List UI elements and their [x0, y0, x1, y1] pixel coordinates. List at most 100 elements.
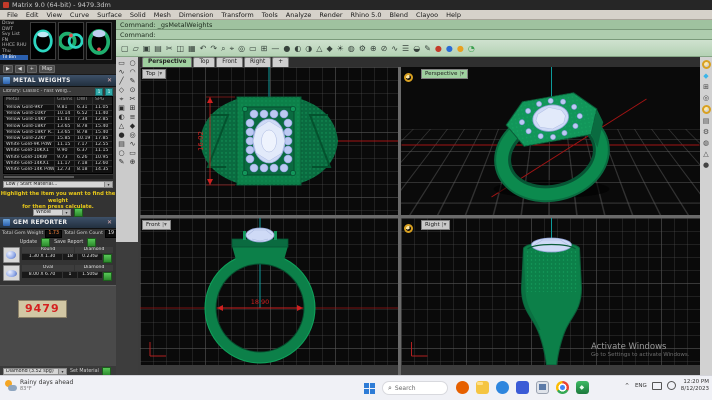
metal-weights-header[interactable]: METAL WEIGHTS ✕ [0, 75, 116, 87]
chrome-icon[interactable] [556, 381, 569, 394]
menu-render[interactable]: Render [319, 11, 342, 19]
menu-curve[interactable]: Curve [70, 11, 89, 19]
curve-tool-icon[interactable]: ∿ [116, 68, 127, 76]
metal-row[interactable]: Yellow Gold-9KY9.816.3111.05 [4, 104, 112, 110]
boolean-add-icon[interactable]: ⊕ [370, 44, 377, 53]
point-view-icon[interactable]: ● [703, 161, 709, 169]
view-thumbnail[interactable] [86, 22, 112, 60]
point-icon[interactable]: ● [283, 44, 290, 53]
trim-tool-icon[interactable]: ✂ [127, 95, 138, 103]
menu-transform[interactable]: Transform [221, 11, 253, 19]
material-tool-icon[interactable]: ◍ [703, 139, 709, 147]
calculate-button[interactable] [74, 208, 83, 217]
light-icon[interactable]: ☀ [337, 44, 344, 53]
open-file-icon[interactable]: ▱ [133, 44, 139, 53]
layers-icon[interactable]: ☰ [402, 44, 409, 53]
render-blue-icon[interactable]: ● [446, 44, 453, 53]
viewport-top[interactable]: Top|▾ [140, 67, 398, 215]
menu-mesh[interactable]: Mesh [154, 11, 171, 19]
curve-icon[interactable]: ∿ [391, 44, 398, 53]
viewport-tab-item[interactable]: + [272, 57, 289, 67]
units-toggle-button[interactable]: 1 [95, 88, 103, 96]
ellipse-tool-icon[interactable]: ○ [116, 149, 127, 157]
render-red-icon[interactable]: ● [435, 44, 442, 53]
target-icon[interactable]: ⌖ [230, 44, 235, 53]
viewport-right-label[interactable]: Right|▾ [421, 220, 450, 230]
menu-analyze[interactable]: Analyze [286, 11, 312, 19]
menu-rhino-5-0[interactable]: Rhino 5.0 [351, 11, 382, 19]
edge-icon[interactable] [496, 381, 509, 394]
gem-icon[interactable]: ◆ [326, 44, 332, 53]
material-icon[interactable]: ◍ [348, 44, 355, 53]
draw-tool-icon[interactable]: ✎ [127, 77, 138, 85]
mesh-icon[interactable]: △ [316, 44, 322, 53]
gem-select-button[interactable] [103, 272, 112, 281]
center-tool-icon[interactable]: ⊙ [127, 86, 138, 94]
menu-dimension[interactable]: Dimension [179, 11, 214, 19]
copy-icon[interactable]: ◫ [177, 44, 185, 53]
metal-row[interactable]: White Gold-14K PdW12.738.1814.35 [4, 166, 112, 172]
redo-icon[interactable]: ↷ [210, 44, 217, 53]
close-icon[interactable]: ✕ [107, 77, 113, 84]
render-green-icon[interactable]: ◔ [468, 44, 475, 53]
menu-help[interactable]: Help [446, 11, 461, 19]
gem-select-button[interactable] [103, 254, 112, 263]
gem-row[interactable]: OvalDiamond8.00 X 6.7011.50tw [3, 265, 113, 281]
save-file-icon[interactable]: ▣ [143, 44, 151, 53]
views-nav-item[interactable]: ▶ [3, 65, 13, 73]
metal-row[interactable]: White Gold-14KX111.177.1812.60 [4, 160, 112, 166]
orbit-tool-icon[interactable]: ◎ [127, 131, 138, 139]
metal-row[interactable]: White Gold-10KX19.906.3711.15 [4, 147, 112, 153]
list-tool-icon[interactable]: ≡ [127, 113, 138, 121]
saved-view-item[interactable]: Til Bin [0, 55, 28, 61]
grid-view-icon[interactable]: ⊞ [703, 83, 709, 91]
plane-tool-icon[interactable]: ▭ [127, 149, 138, 157]
arc-tool-icon[interactable]: ◠ [127, 68, 138, 76]
language-indicator[interactable]: ENG [635, 383, 647, 389]
metal-row[interactable]: Yellow Gold-22KY15.8510.1917.85 [4, 135, 112, 141]
polygon-tool-icon[interactable]: ◇ [116, 86, 127, 94]
this-pc-icon[interactable] [536, 381, 549, 394]
annotate-tool-icon[interactable]: ✎ [116, 158, 127, 166]
snap-tool-icon[interactable]: ⌖ [116, 95, 127, 103]
menu-view[interactable]: View [46, 11, 61, 19]
gem-select-icon[interactable]: ◆ [703, 72, 708, 80]
trim-icon[interactable]: ⊘ [381, 44, 388, 53]
metal-row[interactable]: White Gold-9K PdW11.157.1712.55 [4, 141, 112, 147]
viewport-front-label[interactable]: Front|▾ [142, 220, 171, 230]
metal-row[interactable]: White Gold-10KW9.736.2610.95 [4, 154, 112, 160]
menu-surface[interactable]: Surface [97, 11, 122, 19]
calc-scope-select[interactable]: Whole▾ [33, 209, 71, 216]
viewport-perspective[interactable]: Perspective|▾ [401, 67, 700, 215]
viewport-front[interactable]: Front|▾ 1 [140, 218, 398, 365]
gem-tool-icon[interactable]: ◆ [127, 122, 138, 130]
point-tool-icon[interactable]: ● [116, 131, 127, 139]
volume-icon[interactable] [667, 381, 676, 390]
ring-builder-icon[interactable] [702, 60, 711, 69]
viewport-right[interactable]: Right|▾ [401, 218, 700, 365]
render-gold-icon[interactable]: ● [457, 44, 464, 53]
viewport-top-label[interactable]: Top|▾ [142, 69, 166, 79]
menu-file[interactable]: File [7, 11, 18, 19]
undo-icon[interactable]: ↶ [200, 44, 207, 53]
menu-tools[interactable]: Tools [262, 11, 278, 19]
view-ring-icon[interactable] [404, 224, 413, 233]
render-shade-icon[interactable]: ◑ [305, 44, 312, 53]
settings-icon[interactable]: ⚙ [359, 44, 366, 53]
start-button[interactable] [364, 383, 375, 394]
gem-reporter-header[interactable]: GEM REPORTER ✕ [0, 217, 116, 229]
material-mode-select[interactable]: Low / Start Material...▾ [3, 181, 113, 188]
clock[interactable]: 12:20 PM 8/12/2023 [681, 379, 709, 392]
settings-tool-icon[interactable]: ⚙ [703, 128, 709, 136]
matrix-app-icon[interactable] [576, 381, 589, 394]
edit-icon[interactable]: ✎ [424, 44, 431, 53]
battery-icon[interactable] [652, 382, 662, 390]
view-thumbnail[interactable] [30, 22, 56, 60]
viewport-tab-top[interactable]: Top [193, 57, 215, 67]
line-icon[interactable]: — [271, 44, 279, 53]
gem-material-select[interactable]: Diamond (3.52 spg)▾ [3, 368, 67, 375]
file-explorer-icon[interactable] [476, 381, 489, 394]
cut-icon[interactable]: ✂ [166, 44, 173, 53]
command-input[interactable]: Command: [116, 30, 712, 40]
menu-clayoo[interactable]: Clayoo [416, 11, 438, 19]
